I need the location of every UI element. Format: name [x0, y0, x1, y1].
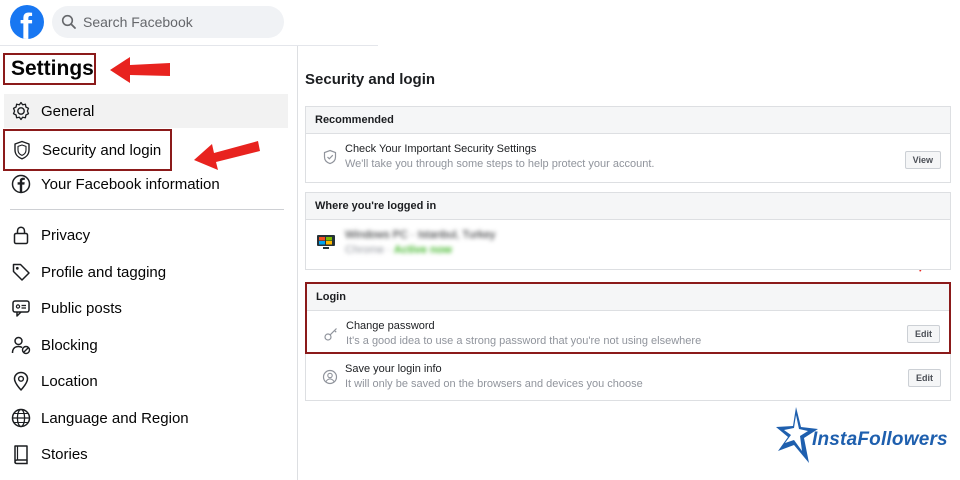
key-icon	[322, 325, 340, 343]
sidebar-item-security[interactable]: Security and login	[3, 129, 172, 171]
sidebar-item-label: General	[41, 102, 95, 120]
user-circle-icon	[321, 368, 339, 386]
save-login-card: Save your login info It will only be sav…	[305, 354, 951, 401]
facebook-icon	[8, 171, 34, 197]
recommended-card: Recommended Check Your Important Securit…	[305, 106, 951, 183]
security-checkup-row[interactable]: Check Your Important Security Settings W…	[306, 134, 950, 180]
globe-icon	[8, 405, 34, 431]
settings-sidebar: Settings General Security and login Your…	[0, 46, 298, 480]
view-button[interactable]: View	[904, 151, 941, 169]
sidebar-item-language-and-region[interactable]: Language and Region	[4, 401, 288, 435]
facebook-logo[interactable]: f	[10, 5, 44, 39]
watermark-text: InstaFollowers	[812, 429, 948, 450]
sidebar-item-label: Location	[41, 372, 98, 390]
desktop-computer-icon	[316, 233, 336, 251]
arrow-to-settings-icon	[110, 57, 170, 83]
book-icon	[8, 441, 34, 467]
login-heading: Login	[307, 284, 949, 311]
tag-icon	[8, 259, 34, 285]
sidebar-item-label: Profile and tagging	[41, 263, 167, 281]
login-card-highlighted: Login Change password It's a good idea t…	[305, 282, 951, 354]
shield-check-icon	[321, 148, 339, 166]
sidebar-item-privacy[interactable]: Privacy	[4, 218, 288, 252]
session-device: Windows PC · Istanbul, Turkey	[345, 229, 495, 241]
gear-icon	[8, 98, 34, 124]
sidebar-item-label: Blocking	[41, 336, 98, 354]
search-icon	[61, 14, 76, 29]
blocking-icon	[8, 332, 34, 358]
change-password-title: Change password	[346, 320, 435, 332]
session-row[interactable]: Windows PC · Istanbul, Turkey Chrome · A…	[306, 220, 950, 266]
search-bar[interactable]	[52, 6, 284, 38]
save-login-row[interactable]: Save your login info It will only be sav…	[306, 354, 950, 400]
session-status: Active now	[393, 244, 452, 256]
sidebar-item-general[interactable]: General	[4, 94, 288, 128]
location-pin-icon	[8, 368, 34, 394]
sidebar-item-label: Stories	[41, 445, 88, 463]
save-login-title: Save your login info	[345, 363, 442, 375]
recommended-heading: Recommended	[306, 107, 950, 134]
security-checkup-subtitle: We'll take you through some steps to hel…	[345, 158, 655, 170]
session-browser-name: Chrome ·	[345, 244, 394, 256]
edit-password-button[interactable]: Edit	[907, 325, 940, 343]
arrow-to-security-icon	[194, 141, 260, 170]
sidebar-item-label: Your Facebook information	[41, 175, 220, 193]
public-posts-icon	[8, 295, 34, 321]
sidebar-item-label: Privacy	[41, 226, 91, 244]
sidebar-item-label: Language and Region	[41, 409, 189, 427]
sidebar-item-label: Public posts	[41, 299, 122, 317]
edit-save-login-button[interactable]: Edit	[908, 369, 941, 387]
session-device-location: Istanbul, Turkey	[417, 229, 496, 241]
where-logged-in-card: Where you're logged in Windows PC · Ista…	[305, 192, 951, 270]
lock-icon	[8, 222, 34, 248]
sidebar-item-location[interactable]: Location	[4, 364, 288, 398]
sidebar-item-profile-and-tagging[interactable]: Profile and tagging	[4, 255, 288, 289]
logo-letter: f	[20, 6, 32, 39]
shield-icon	[9, 137, 35, 163]
sidebar-item-stories[interactable]: Stories	[4, 437, 288, 471]
change-password-row[interactable]: Change password It's a good idea to use …	[307, 311, 949, 357]
session-browser: Chrome · Active now	[345, 244, 452, 256]
page-title: Security and login	[305, 71, 436, 88]
sidebar-item-public-posts[interactable]: Public posts	[4, 291, 288, 325]
session-device-name: Windows PC ·	[345, 229, 418, 241]
change-password-subtitle: It's a good idea to use a strong passwor…	[346, 335, 702, 347]
sidebar-item-blocking[interactable]: Blocking	[4, 328, 288, 362]
save-login-subtitle: It will only be saved on the browsers an…	[345, 378, 643, 390]
sidebar-divider	[10, 209, 284, 210]
security-checkup-title: Check Your Important Security Settings	[345, 143, 537, 155]
instafollowers-watermark: InstaFollowers	[774, 405, 954, 467]
search-input[interactable]	[83, 14, 263, 30]
where-logged-in-heading: Where you're logged in	[306, 193, 950, 220]
settings-title: Settings	[3, 53, 96, 85]
sidebar-item-label: Security and login	[42, 141, 162, 159]
sidebar-item-your-facebook-information[interactable]: Your Facebook information	[4, 167, 288, 201]
